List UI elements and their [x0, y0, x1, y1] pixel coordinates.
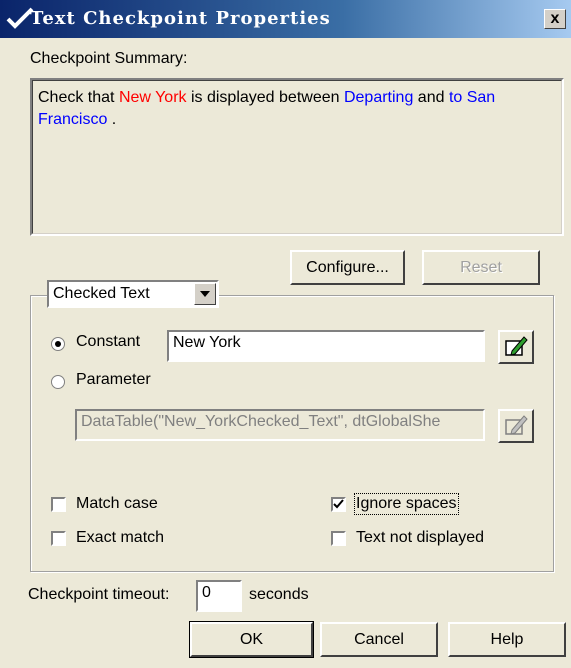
match-case-label: Match case: [76, 495, 158, 512]
summary-text-3: and: [413, 89, 449, 106]
edit-pencil-icon: [505, 336, 528, 356]
reset-button[interactable]: Reset: [422, 250, 540, 285]
summary-text-4: .: [107, 111, 117, 128]
timeout-unit: seconds: [249, 586, 309, 603]
parameter-label: Parameter: [76, 371, 151, 388]
summary-checked-value: New York: [118, 89, 187, 106]
help-button[interactable]: Help: [448, 622, 566, 657]
text-not-displayed-checkbox[interactable]: [331, 531, 346, 546]
text-checkpoint-dialog: Text Checkpoint Properties x Checkpoint …: [0, 0, 571, 668]
summary-text-1: Check that: [38, 89, 119, 106]
exact-match-checkbox[interactable]: [51, 531, 66, 546]
summary-label: Checkpoint Summary:: [30, 50, 188, 67]
parameter-input[interactable]: DataTable("New_YorkChecked_Text", dtGlob…: [75, 409, 485, 441]
combo-value: Checked Text: [53, 285, 150, 302]
match-case-checkbox[interactable]: [51, 497, 66, 512]
cancel-button[interactable]: Cancel: [320, 622, 438, 657]
summary-text-2: is displayed between: [186, 89, 344, 106]
checkpoint-summary: Check that New York is displayed between…: [30, 78, 564, 236]
checkmark-icon: [333, 499, 344, 509]
parameter-radio[interactable]: [51, 375, 65, 389]
close-button[interactable]: x: [544, 9, 566, 29]
exact-match-label: Exact match: [76, 529, 165, 546]
checked-text-combo[interactable]: Checked Text: [47, 280, 219, 308]
ignore-spaces-label: Ignore spaces: [354, 493, 459, 515]
configure-button[interactable]: Configure...: [290, 250, 405, 285]
constant-label: Constant: [76, 333, 141, 350]
timeout-label: Checkpoint timeout:: [28, 586, 170, 603]
ok-button[interactable]: OK: [189, 621, 314, 658]
edit-pencil-icon: [505, 415, 528, 435]
text-not-displayed-label: Text not displayed: [356, 529, 485, 546]
title-bar: Text Checkpoint Properties x: [0, 0, 571, 38]
edit-constant-button[interactable]: [498, 330, 534, 364]
summary-departing: Departing: [343, 89, 414, 106]
ignore-spaces-checkbox[interactable]: [331, 497, 346, 512]
constant-input[interactable]: New York: [167, 330, 485, 362]
chevron-down-icon[interactable]: [194, 283, 216, 305]
edit-parameter-button[interactable]: [498, 409, 534, 443]
constant-radio[interactable]: [51, 337, 65, 351]
dialog-title: Text Checkpoint Properties: [30, 8, 331, 29]
timeout-input[interactable]: 0: [196, 580, 242, 612]
